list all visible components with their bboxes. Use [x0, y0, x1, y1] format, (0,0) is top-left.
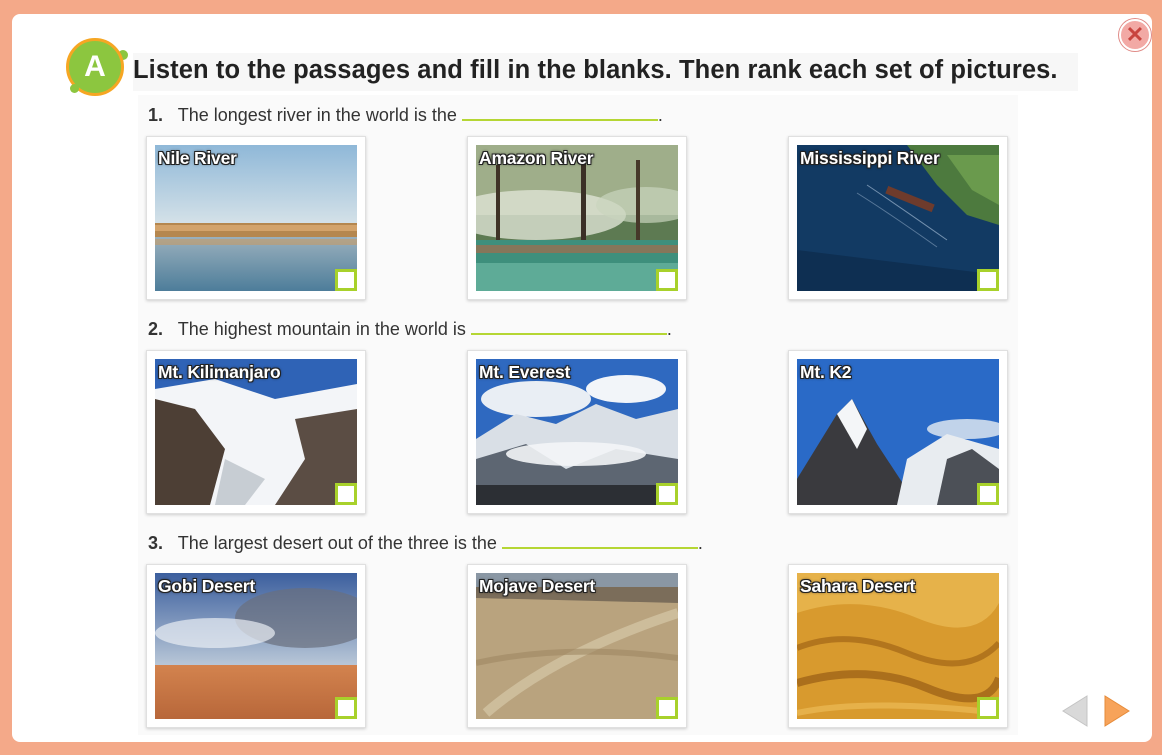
close-icon[interactable]: ✕	[1126, 22, 1144, 47]
rank-checkbox[interactable]	[656, 269, 678, 291]
arrow-right-icon[interactable]	[1103, 694, 1131, 728]
amazon-river-photo: Amazon River	[476, 145, 678, 291]
question-number: 1	[148, 105, 159, 125]
rank-checkbox[interactable]	[335, 269, 357, 291]
mt-k2-photo: Mt. K2	[797, 359, 999, 505]
card-mississippi-river[interactable]: Mississippi River	[788, 136, 1008, 300]
question-number-dot: .	[158, 533, 164, 553]
card-label: Sahara Desert	[800, 576, 916, 596]
rank-checkbox[interactable]	[977, 269, 999, 291]
question-end: .	[666, 319, 672, 339]
nile-river-photo: Nile River	[155, 145, 357, 291]
rank-checkbox[interactable]	[977, 697, 999, 719]
card-amazon-river[interactable]: Amazon River	[467, 136, 687, 300]
card-mt-k2[interactable]: Mt. K2	[788, 350, 1008, 514]
card-label: Mt. Everest	[479, 362, 571, 382]
question-number: 2	[148, 319, 159, 339]
card-label: Mt. Kilimanjaro	[158, 362, 281, 382]
question-3: 3. The largest desert out of the three i…	[148, 531, 703, 554]
card-label: Mojave Desert	[479, 576, 596, 596]
mississippi-river-photo: Mississippi River	[797, 145, 999, 291]
mt-kilimanjaro-photo: Mt. Kilimanjaro	[155, 359, 357, 505]
card-label: Nile River	[158, 148, 237, 168]
rank-checkbox[interactable]	[335, 697, 357, 719]
answer-blank-2[interactable]	[470, 317, 667, 335]
badge-dot	[70, 84, 79, 93]
card-label: Amazon River	[479, 148, 594, 168]
instruction-text: Listen to the passages and fill in the b…	[133, 53, 1078, 91]
gobi-desert-photo: Gobi Desert	[155, 573, 357, 719]
close-button[interactable]: ✕	[1119, 19, 1151, 51]
question-2: 2. The highest mountain in the world is …	[148, 317, 672, 340]
question-end: .	[657, 105, 663, 125]
card-mojave-desert[interactable]: Mojave Desert	[467, 564, 687, 728]
arrow-left-icon[interactable]	[1061, 694, 1089, 728]
question-number-dot: .	[158, 105, 164, 125]
card-label: Mt. K2	[800, 362, 852, 382]
question-text: The longest river in the world is the	[177, 105, 457, 125]
rank-checkbox[interactable]	[656, 697, 678, 719]
rank-checkbox[interactable]	[977, 483, 999, 505]
sahara-desert-photo: Sahara Desert	[797, 573, 999, 719]
mojave-desert-photo: Mojave Desert	[476, 573, 678, 719]
card-mt-everest[interactable]: Mt. Everest	[467, 350, 687, 514]
question-text: The highest mountain in the world is	[177, 319, 466, 339]
mt-everest-photo: Mt. Everest	[476, 359, 678, 505]
card-label: Mississippi River	[800, 148, 940, 168]
card-nile-river[interactable]: Nile River	[146, 136, 366, 300]
answer-blank-1[interactable]	[461, 103, 658, 121]
question-1: 1. The longest river in the world is the…	[148, 103, 663, 126]
card-mt-kilimanjaro[interactable]: Mt. Kilimanjaro	[146, 350, 366, 514]
rank-checkbox[interactable]	[335, 483, 357, 505]
question-text: The largest desert out of the three is t…	[177, 533, 497, 553]
question-number: 3	[148, 533, 159, 553]
question-number-dot: .	[158, 319, 164, 339]
answer-blank-3[interactable]	[501, 531, 698, 549]
card-sahara-desert[interactable]: Sahara Desert	[788, 564, 1008, 728]
rank-checkbox[interactable]	[656, 483, 678, 505]
next-page-button[interactable]	[1103, 694, 1131, 728]
card-gobi-desert[interactable]: Gobi Desert	[146, 564, 366, 728]
card-label: Gobi Desert	[158, 576, 255, 596]
section-badge: A	[66, 38, 128, 98]
previous-page-button[interactable]	[1061, 694, 1089, 728]
question-end: .	[697, 533, 703, 553]
